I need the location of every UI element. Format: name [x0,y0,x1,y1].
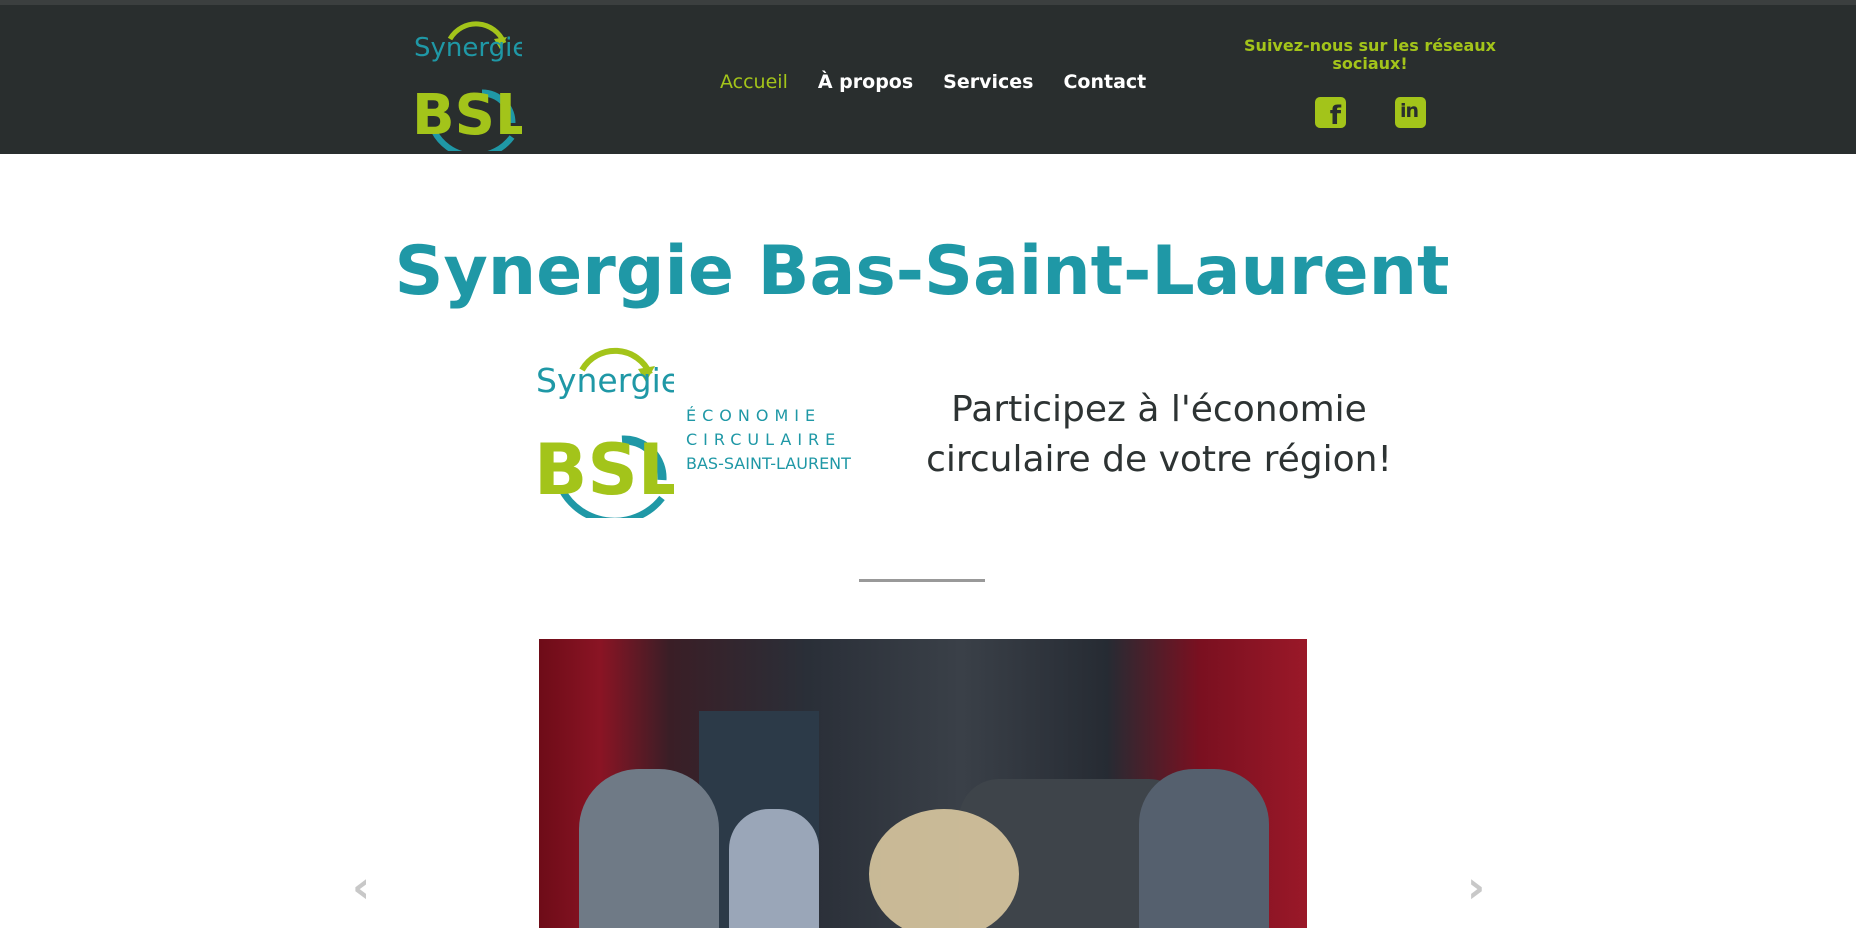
logo-word-synergie: Synergie [414,33,522,63]
logo-mark-bsl: BSL [412,83,522,148]
nav-item-services[interactable]: Services [943,71,1033,93]
carousel-image [539,639,1307,928]
hero-tagline: Participez à l'économie circulaire de vo… [905,385,1413,485]
logo-word-synergie-large: Synergie [536,361,674,400]
chevron-right-icon[interactable]: › [1467,866,1485,910]
tagline-line-2: circulaire de votre région! [926,439,1392,480]
linkedin-icon[interactable]: in [1395,97,1426,128]
nav-item-accueil[interactable]: Accueil [720,71,788,93]
site-header: Synergie BSL Accueil À propos Services C… [0,5,1856,154]
page-title: Synergie Bas-Saint-Laurent [394,232,1450,311]
logo-mark-bsl-large: BSL [534,429,674,511]
logo-subtitle: ÉCONOMIE CIRCULAIRE BAS-SAINT-LAURENT [686,404,851,476]
nav-item-a-propos[interactable]: À propos [818,71,913,93]
tagline-line-1: Participez à l'économie [951,389,1367,430]
section-divider [859,579,985,582]
logo-line-economie: ÉCONOMIE [686,406,822,425]
facebook-icon[interactable]: f [1315,97,1346,131]
synergie-bsl-logo-large: Synergie BSL [534,347,674,518]
chevron-left-icon[interactable]: ‹ [352,866,370,910]
main-nav: Accueil À propos Services Contact [720,71,1176,93]
logo-line-region: BAS-SAINT-LAURENT [686,454,851,473]
synergie-bsl-logo[interactable]: Synergie BSL [412,19,522,151]
nav-item-contact[interactable]: Contact [1063,71,1146,93]
logo-line-circulaire: CIRCULAIRE [686,430,842,449]
social-title: Suivez-nous sur les réseaux sociaux! [1244,36,1496,73]
